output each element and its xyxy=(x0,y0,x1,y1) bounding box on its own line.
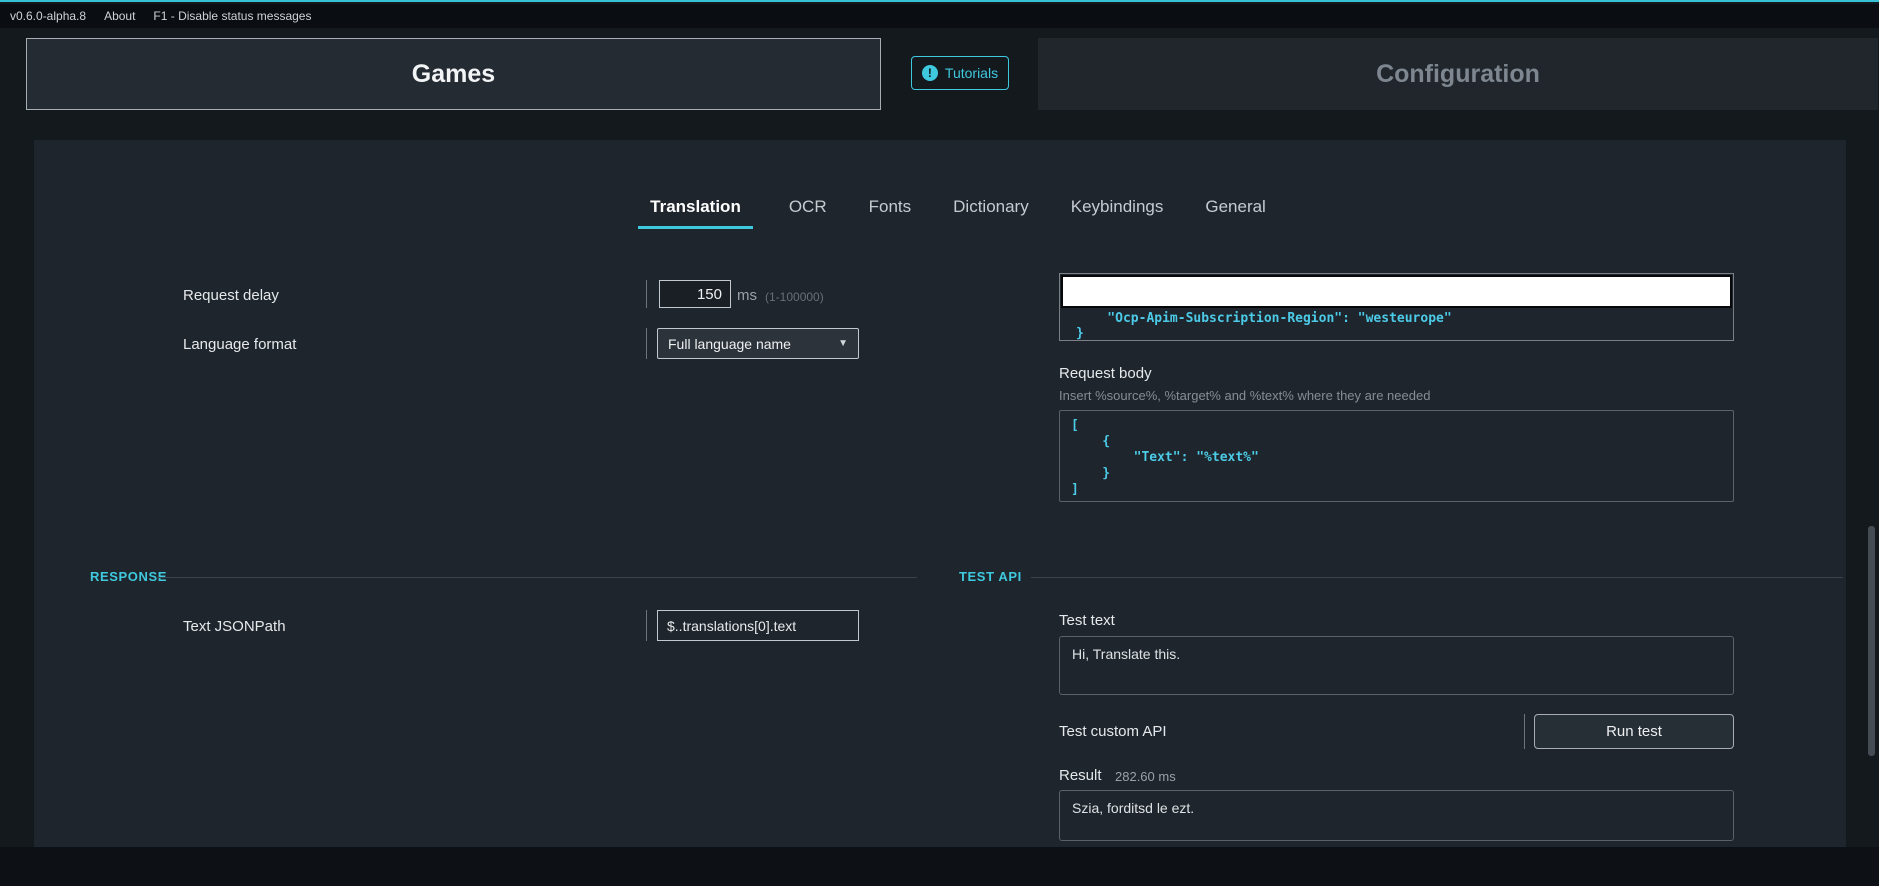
tab-configuration[interactable]: Configuration xyxy=(1038,38,1878,110)
request-body-editor[interactable]: [ { "Text": "%text%" } ] xyxy=(1059,410,1734,502)
tab-dictionary[interactable]: Dictionary xyxy=(947,197,1035,229)
status-messages-hint: F1 - Disable status messages xyxy=(153,9,312,23)
request-delay-unit: ms xyxy=(737,287,757,304)
menubar: v0.6.0-alpha.8 About F1 - Disable status… xyxy=(0,4,1879,28)
tab-keybindings-label: Keybindings xyxy=(1070,197,1164,216)
tab-translation[interactable]: Translation xyxy=(638,197,753,229)
info-icon: ! xyxy=(921,65,938,81)
tab-ocr[interactable]: OCR xyxy=(783,197,833,229)
response-section-divider xyxy=(156,577,917,578)
text-jsonpath-label: Text JSONPath xyxy=(183,618,286,635)
test-custom-api-label: Test custom API xyxy=(1059,723,1167,740)
language-format-label: Language format xyxy=(183,336,297,353)
body-code-line: { xyxy=(1071,434,1111,449)
request-headers-editor[interactable]: "Ocp-Apim-Subscription-Region": "westeur… xyxy=(1059,273,1734,341)
tab-translation-label: Translation xyxy=(650,197,741,216)
app-window: v0.6.0-alpha.8 About F1 - Disable status… xyxy=(0,0,1879,886)
language-format-value: Full language name xyxy=(668,335,791,352)
tab-fonts[interactable]: Fonts xyxy=(863,197,918,229)
body-code-line: [ xyxy=(1071,418,1079,433)
body-code-line: } xyxy=(1071,466,1111,481)
result-time-label: 282.60 ms xyxy=(1115,769,1176,784)
jsonpath-separator xyxy=(646,610,647,641)
text-jsonpath-input[interactable] xyxy=(657,610,859,641)
test-api-section-divider xyxy=(1031,577,1843,578)
settings-tabs: Translation OCR Fonts Dictionary Keybind… xyxy=(34,197,1846,229)
menu-about[interactable]: About xyxy=(104,9,135,23)
configuration-panel: Translation OCR Fonts Dictionary Keybind… xyxy=(34,140,1846,847)
headers-code-close-line: } xyxy=(1076,326,1084,341)
tab-configuration-label: Configuration xyxy=(1376,59,1540,88)
tab-ocr-label: OCR xyxy=(788,197,827,216)
request-delay-range-hint: (1-100000) xyxy=(765,290,824,304)
result-output[interactable]: Szia, forditsd le ezt. xyxy=(1059,790,1734,841)
language-format-select[interactable]: Full language name ▼ xyxy=(657,328,859,359)
tab-games-label: Games xyxy=(411,59,496,88)
request-delay-label: Request delay xyxy=(183,287,279,304)
vertical-scrollbar[interactable] xyxy=(1868,526,1875,756)
tab-dictionary-label: Dictionary xyxy=(953,197,1029,216)
run-test-separator xyxy=(1524,714,1525,749)
tutorials-label: Tutorials xyxy=(944,65,999,81)
request-delay-separator xyxy=(646,280,647,308)
tutorials-button[interactable]: ! Tutorials xyxy=(911,56,1009,90)
tab-general-label: General xyxy=(1205,197,1266,216)
tab-fonts-label: Fonts xyxy=(868,197,912,216)
request-body-label: Request body xyxy=(1059,365,1152,382)
language-format-separator xyxy=(646,328,647,359)
version-label: v0.6.0-alpha.8 xyxy=(10,9,87,23)
footer-strip xyxy=(0,847,1879,886)
headers-code-region-line: "Ocp-Apim-Subscription-Region": "westeur… xyxy=(1076,311,1452,326)
tab-keybindings[interactable]: Keybindings xyxy=(1065,197,1170,229)
headers-editor-selected-line[interactable] xyxy=(1061,275,1732,308)
result-label: Result xyxy=(1059,767,1102,784)
body-code-line: "Text": "%text%" xyxy=(1071,450,1259,465)
test-text-input[interactable]: Hi, Translate this. xyxy=(1059,636,1734,695)
body-code-line: ] xyxy=(1071,482,1079,497)
chevron-down-icon: ▼ xyxy=(838,338,848,349)
tab-games[interactable]: Games xyxy=(26,38,881,110)
request-delay-input[interactable] xyxy=(659,280,731,308)
test-text-label: Test text xyxy=(1059,612,1115,629)
request-body-hint: Insert %source%, %target% and %text% whe… xyxy=(1059,388,1431,403)
run-test-button[interactable]: Run test xyxy=(1534,714,1734,749)
test-api-section-title: TEST API xyxy=(959,569,1022,584)
tab-general[interactable]: General xyxy=(1199,197,1271,229)
